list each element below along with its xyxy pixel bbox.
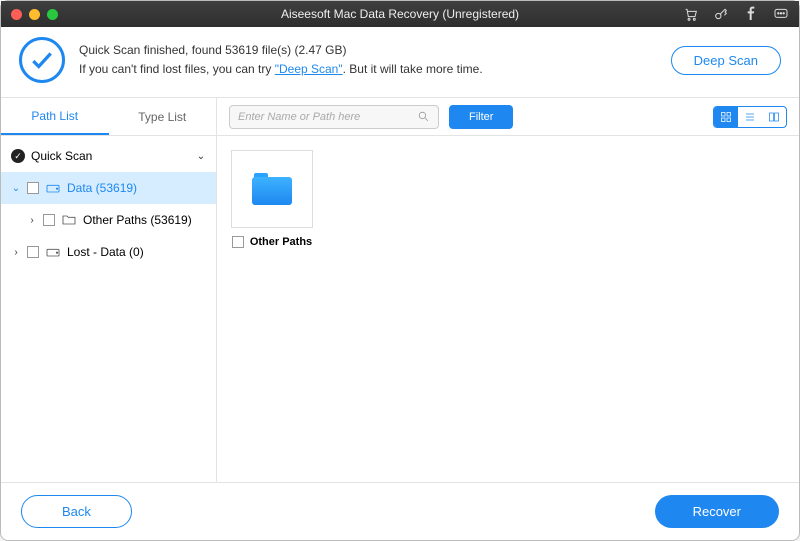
recover-button[interactable]: Recover bbox=[655, 495, 779, 528]
scan-status-header: Quick Scan finished, found 53619 file(s)… bbox=[1, 27, 799, 98]
view-grid-button[interactable] bbox=[714, 107, 738, 127]
tree-label: Data (53619) bbox=[67, 181, 137, 195]
checkmark-icon bbox=[19, 37, 65, 83]
search-box[interactable] bbox=[229, 105, 439, 129]
deep-scan-button[interactable]: Deep Scan bbox=[671, 46, 781, 75]
tree-node-other-paths[interactable]: › Other Paths (53619) bbox=[1, 204, 216, 236]
tile-label: Other Paths bbox=[250, 236, 312, 248]
view-list-button[interactable] bbox=[738, 107, 762, 127]
filter-button[interactable]: Filter bbox=[449, 105, 513, 129]
drive-icon bbox=[45, 180, 61, 196]
scan-finished-text: Quick Scan finished, found 53619 file(s)… bbox=[79, 41, 483, 60]
chevron-down-icon[interactable]: ⌄ bbox=[196, 151, 206, 162]
back-button[interactable]: Back bbox=[21, 495, 132, 528]
chevron-right-icon[interactable]: › bbox=[11, 247, 21, 258]
tree-label: Other Paths (53619) bbox=[83, 213, 192, 227]
toolbar: Filter bbox=[217, 98, 799, 136]
folder-thumbnail bbox=[231, 150, 313, 228]
window-close-button[interactable] bbox=[11, 9, 22, 20]
search-icon bbox=[417, 110, 430, 123]
tree-node-quick-scan[interactable]: ✓ Quick Scan ⌄ bbox=[1, 140, 216, 172]
checkbox[interactable] bbox=[232, 236, 244, 248]
tree-label: Lost - Data (0) bbox=[67, 245, 144, 259]
feedback-icon[interactable] bbox=[773, 6, 789, 22]
content-area: Other Paths bbox=[217, 136, 799, 482]
tree-node-lost-data[interactable]: › Lost - Data (0) bbox=[1, 236, 216, 268]
window-maximize-button[interactable] bbox=[47, 9, 58, 20]
drive-icon bbox=[45, 244, 61, 260]
tab-path-list[interactable]: Path List bbox=[1, 98, 109, 135]
key-icon[interactable] bbox=[713, 6, 729, 22]
folder-tile[interactable]: Other Paths bbox=[231, 150, 313, 248]
view-columns-button[interactable] bbox=[762, 107, 786, 127]
checkbox[interactable] bbox=[27, 246, 39, 258]
checkbox[interactable] bbox=[27, 182, 39, 194]
tab-type-list[interactable]: Type List bbox=[109, 98, 217, 135]
checkbox[interactable] bbox=[43, 214, 55, 226]
titlebar: Aiseesoft Mac Data Recovery (Unregistere… bbox=[1, 1, 799, 27]
folder-icon bbox=[61, 212, 77, 228]
folder-icon bbox=[252, 173, 292, 205]
cart-icon[interactable] bbox=[683, 6, 699, 22]
search-input[interactable] bbox=[238, 111, 411, 123]
scan-hint-text: If you can't find lost files, you can tr… bbox=[79, 60, 483, 79]
window-title: Aiseesoft Mac Data Recovery (Unregistere… bbox=[281, 7, 519, 21]
tree-label: Quick Scan bbox=[31, 149, 92, 163]
sidebar: Path List Type List ✓ Quick Scan ⌄ ⌄ Dat… bbox=[1, 98, 217, 482]
tree-node-data[interactable]: ⌄ Data (53619) bbox=[1, 172, 216, 204]
window-minimize-button[interactable] bbox=[29, 9, 40, 20]
chevron-down-icon[interactable]: ⌄ bbox=[11, 183, 21, 194]
facebook-icon[interactable] bbox=[743, 6, 759, 22]
view-switch bbox=[713, 106, 787, 128]
check-circle-icon: ✓ bbox=[11, 149, 25, 163]
chevron-right-icon[interactable]: › bbox=[27, 215, 37, 226]
footer: Back Recover bbox=[1, 482, 799, 540]
deep-scan-link[interactable]: "Deep Scan" bbox=[275, 62, 343, 76]
